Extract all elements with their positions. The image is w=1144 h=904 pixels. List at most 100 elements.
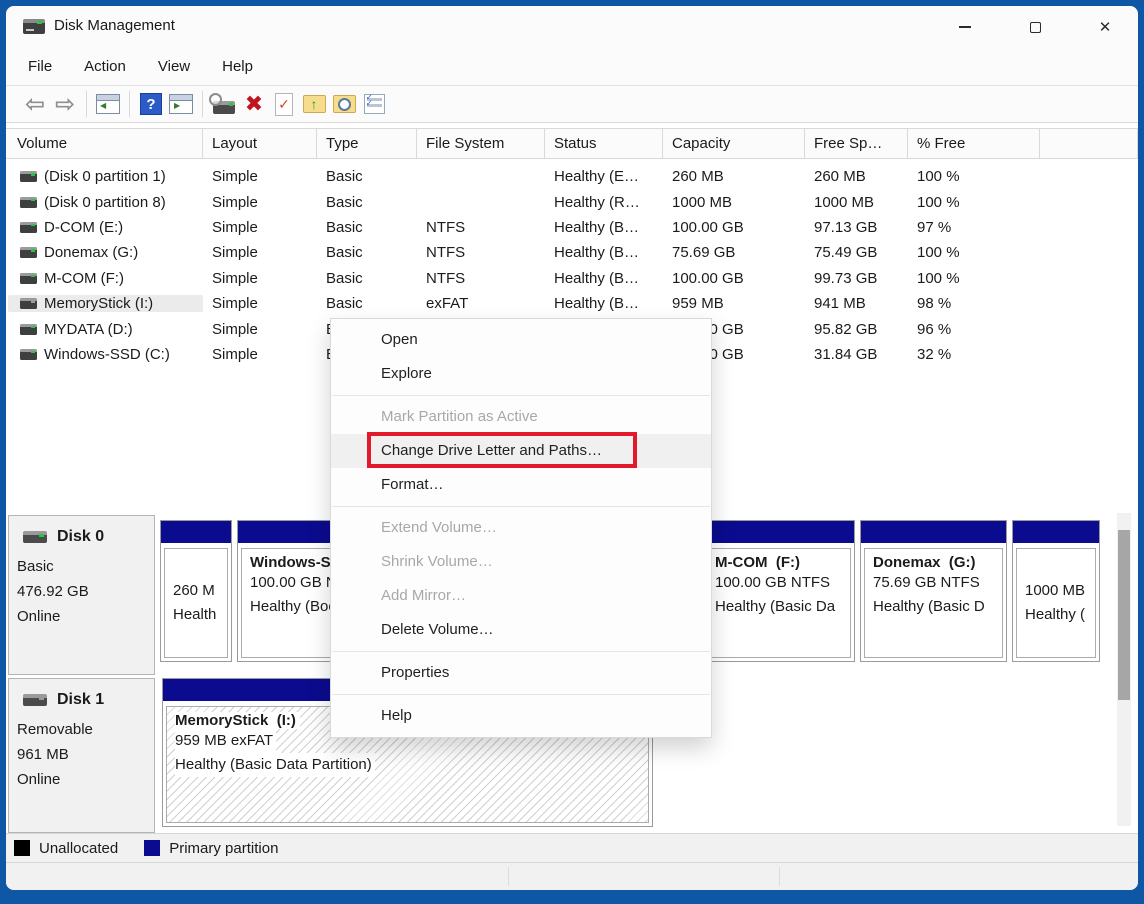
menu-separator (332, 651, 710, 652)
toolbar: ? (6, 85, 1138, 123)
volume-icon (20, 247, 37, 258)
primary-partition-swatch (144, 840, 160, 856)
menu-item-change-drive-letter[interactable]: Change Drive Letter and Paths… (331, 434, 711, 468)
folder-search-icon[interactable] (329, 90, 359, 118)
scrollbar-thumb[interactable] (1118, 530, 1130, 700)
partition-recovery[interactable]: 1000 MB Healthy ( (1012, 520, 1100, 662)
menu-separator (332, 694, 710, 695)
menu-item-add-mirror: Add Mirror… (331, 579, 711, 613)
toolbar-separator (202, 91, 203, 117)
status-divider (508, 867, 509, 886)
properties-list-icon[interactable] (359, 90, 389, 118)
table-row-selected[interactable]: MemoryStick (I:) Simple Basic exFAT Heal… (6, 291, 1138, 316)
partition-efi[interactable]: 260 M Health (160, 520, 232, 662)
menu-item-format[interactable]: Format… (331, 468, 711, 502)
disk1-size: 961 MB (17, 742, 146, 767)
partition-color-bar (161, 521, 231, 543)
column-pct-free[interactable]: % Free (908, 129, 1040, 158)
volume-icon (20, 171, 37, 182)
legend-bar: Unallocated Primary partition (6, 833, 1138, 862)
menu-action[interactable]: Action (84, 58, 126, 75)
close-icon (1099, 18, 1112, 36)
show-action-pane-icon[interactable] (166, 90, 196, 118)
delete-icon[interactable] (239, 90, 269, 118)
back-icon[interactable] (20, 90, 50, 118)
menu-separator (332, 506, 710, 507)
show-console-tree-icon[interactable] (93, 90, 123, 118)
column-free-space[interactable]: Free Sp… (805, 129, 908, 158)
table-row[interactable]: M-COM (F:) Simple Basic NTFS Healthy (B…… (6, 266, 1138, 291)
menu-help[interactable]: Help (222, 58, 253, 75)
table-row[interactable]: (Disk 0 partition 1) Simple Basic Health… (6, 164, 1138, 189)
menu-view[interactable]: View (158, 58, 190, 75)
unallocated-swatch (14, 840, 30, 856)
volume-icon (20, 222, 37, 233)
context-menu: Open Explore Mark Partition as Active Ch… (330, 318, 712, 738)
maximize-button[interactable] (1012, 12, 1058, 42)
minimize-button[interactable] (942, 12, 988, 42)
volume-icon (20, 273, 37, 284)
table-row[interactable]: Donemax (G:) Simple Basic NTFS Healthy (… (6, 240, 1138, 265)
rescan-disks-icon[interactable] (209, 90, 239, 118)
forward-icon[interactable] (50, 90, 80, 118)
partition-donemax[interactable]: Donemax (G:) 75.69 GB NTFS Healthy (Basi… (860, 520, 1007, 662)
partition-m-com[interactable]: M-COM (F:) 100.00 GB NTFS Healthy (Basic… (702, 520, 855, 662)
disk0-panel[interactable]: Disk 0 Basic 476.92 GB Online (8, 515, 155, 675)
partition-color-bar (861, 521, 1006, 543)
minimize-icon (959, 26, 971, 28)
partition-color-bar (1013, 521, 1099, 543)
disk1-status: Online (17, 767, 146, 792)
disk-management-app-icon (23, 19, 45, 34)
toolbar-separator (86, 91, 87, 117)
vertical-scrollbar[interactable] (1117, 513, 1131, 826)
column-status[interactable]: Status (545, 129, 663, 158)
legend-primary-partition: Primary partition (144, 840, 278, 857)
help-icon[interactable]: ? (136, 90, 166, 118)
menu-item-shrink-volume: Shrink Volume… (331, 545, 711, 579)
column-type[interactable]: Type (317, 129, 417, 158)
volume-icon (20, 197, 37, 208)
menu-bar: File Action View Help (6, 48, 1138, 85)
menu-item-delete-volume[interactable]: Delete Volume… (331, 613, 711, 647)
disk0-status: Online (17, 604, 146, 629)
disk0-kind: Basic (17, 554, 146, 579)
disk1-panel[interactable]: Disk 1 Removable 961 MB Online (8, 678, 155, 833)
menu-item-properties[interactable]: Properties (331, 656, 711, 690)
disk1-icon (23, 694, 47, 706)
column-volume[interactable]: Volume (8, 129, 203, 158)
menu-item-help[interactable]: Help (331, 699, 711, 733)
status-bar (6, 862, 1138, 890)
disk0-size: 476.92 GB (17, 579, 146, 604)
volume-icon (20, 298, 37, 309)
menu-separator (332, 395, 710, 396)
maximize-icon (1030, 22, 1041, 33)
volume-icon (20, 349, 37, 360)
menu-item-mark-partition-active: Mark Partition as Active (331, 400, 711, 434)
column-layout[interactable]: Layout (203, 129, 317, 158)
column-file-system[interactable]: File System (417, 129, 545, 158)
table-row[interactable]: D-COM (E:) Simple Basic NTFS Healthy (B…… (6, 215, 1138, 240)
disk0-icon (23, 531, 47, 543)
partition-color-bar (703, 521, 854, 543)
legend-unallocated: Unallocated (14, 840, 118, 857)
menu-item-explore[interactable]: Explore (331, 357, 711, 391)
title-bar: Disk Management (6, 6, 1138, 48)
check-document-icon[interactable] (269, 90, 299, 118)
disk1-kind: Removable (17, 717, 146, 742)
menu-file[interactable]: File (28, 58, 52, 75)
column-filler (1040, 129, 1138, 158)
disk0-name: Disk 0 (57, 528, 104, 546)
close-button[interactable] (1082, 12, 1128, 42)
menu-item-open[interactable]: Open (331, 323, 711, 357)
column-capacity[interactable]: Capacity (663, 129, 805, 158)
volume-icon (20, 324, 37, 335)
desktop-background: Disk Management File Action View Help ? (0, 0, 1144, 904)
volume-list-header: Volume Layout Type File System Status Ca… (6, 128, 1138, 159)
status-divider (779, 867, 780, 886)
disk1-name: Disk 1 (57, 691, 104, 709)
table-row[interactable]: (Disk 0 partition 8) Simple Basic Health… (6, 189, 1138, 214)
toolbar-separator (129, 91, 130, 117)
window-title: Disk Management (54, 17, 175, 34)
menu-item-extend-volume: Extend Volume… (331, 511, 711, 545)
folder-up-icon[interactable] (299, 90, 329, 118)
